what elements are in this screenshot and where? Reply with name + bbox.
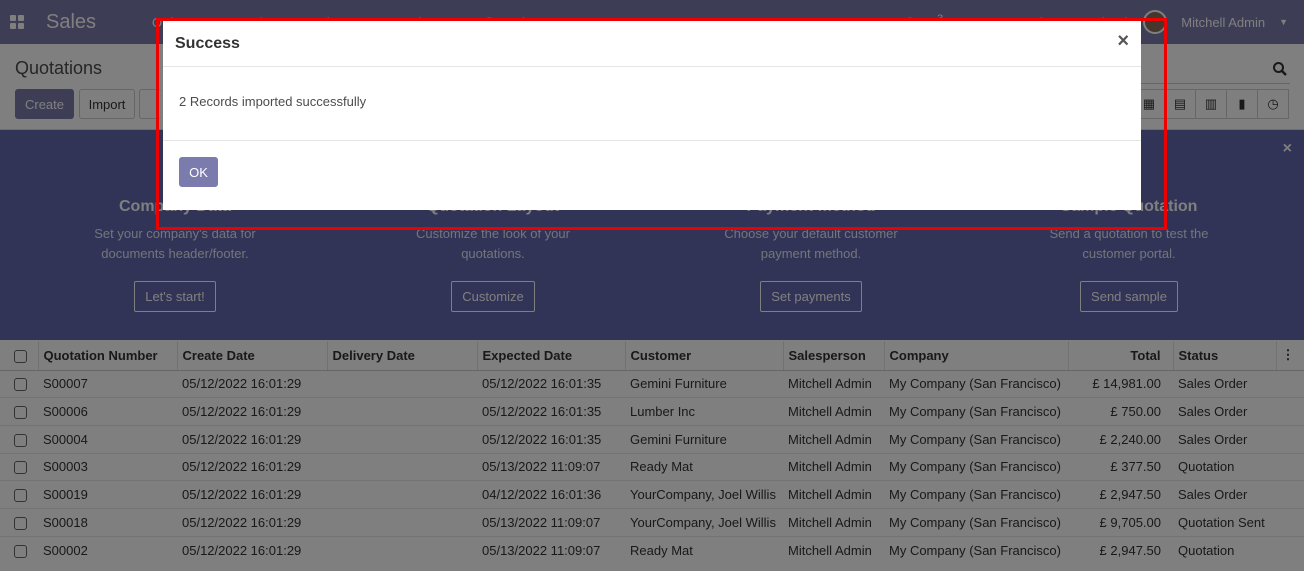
highlight-box bbox=[156, 18, 1167, 230]
